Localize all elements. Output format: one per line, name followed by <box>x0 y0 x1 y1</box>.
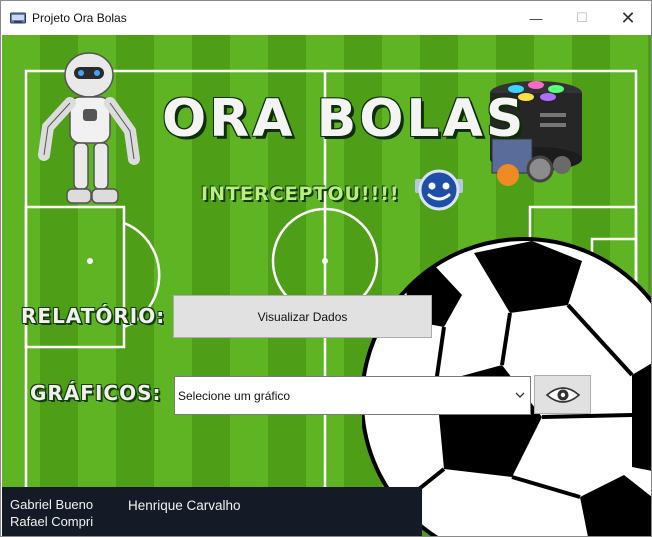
charts-label: GRÁFICOS: <box>30 381 162 405</box>
app-logo-title: ORA BOLAS <box>162 89 527 149</box>
eye-icon <box>545 386 580 403</box>
author-name: Henrique Carvalho <box>128 498 241 513</box>
minimize-button[interactable]: — <box>513 1 559 35</box>
view-chart-button[interactable] <box>534 375 591 414</box>
app-window: Projeto Ora Bolas — ☐ ✕ ORA BOLAS INTERC… <box>0 0 652 537</box>
chart-select[interactable]: Selecione um gráfico <box>174 376 531 415</box>
maximize-button[interactable]: ☐ <box>559 1 605 35</box>
robot-illustration <box>38 52 140 204</box>
author-name: Rafael Compri <box>10 514 94 529</box>
chevron-down-icon[interactable] <box>514 390 526 400</box>
view-data-button[interactable]: Visualizar Dados <box>173 295 432 338</box>
chart-select-value: Selecione um gráfico <box>178 388 291 403</box>
app-icon <box>10 12 26 24</box>
title-bar[interactable]: Projeto Ora Bolas — ☐ ✕ <box>1 1 651 35</box>
report-label: RELATÓRIO: <box>21 304 166 328</box>
author-name: Gabriel Bueno <box>10 497 94 512</box>
window-title: Projeto Ora Bolas <box>32 11 127 25</box>
main-panel: ORA BOLAS INTERCEPTOU!!!! RELATÓRIO: Vis… <box>2 35 651 536</box>
robot-face-icon <box>415 169 463 211</box>
close-button[interactable]: ✕ <box>605 1 651 35</box>
banner-subtitle: INTERCEPTOU!!!! <box>201 183 400 205</box>
